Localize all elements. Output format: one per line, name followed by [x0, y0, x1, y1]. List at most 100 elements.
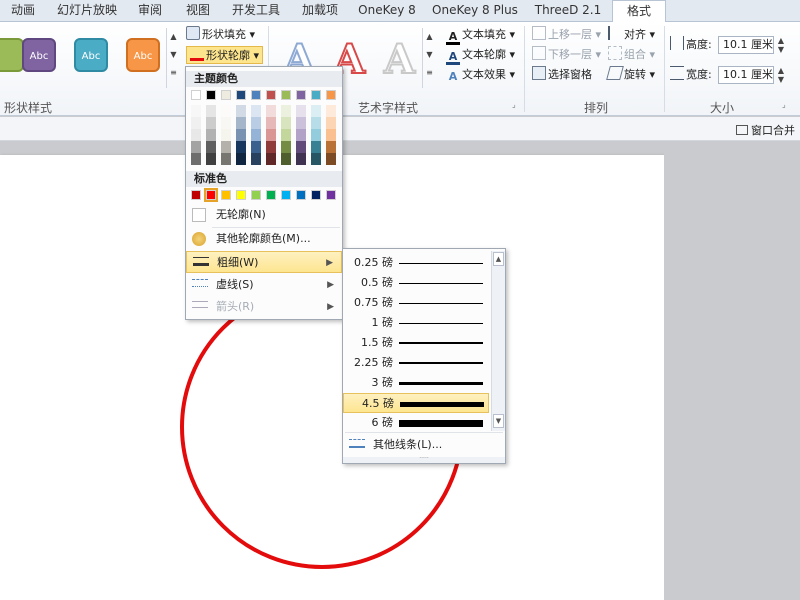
- theme-color-shade-swatch[interactable]: [326, 105, 336, 117]
- height-spinner[interactable]: ▲ ▼: [775, 36, 787, 54]
- theme-color-shade-swatch[interactable]: [311, 141, 321, 153]
- theme-color-shade-swatch[interactable]: [281, 105, 291, 117]
- theme-color-shade-swatch[interactable]: [296, 141, 306, 153]
- theme-color-shade-swatch[interactable]: [221, 105, 231, 117]
- theme-color-shade-swatch[interactable]: [191, 105, 201, 117]
- text-fill-button[interactable]: A 文本填充 ▾: [446, 26, 515, 45]
- theme-color-shade-swatch[interactable]: [296, 129, 306, 141]
- arrows-item[interactable]: 箭头(R) ▶: [186, 296, 342, 318]
- group-button[interactable]: 组合 ▾: [608, 46, 655, 64]
- standard-color-swatch[interactable]: [266, 190, 276, 200]
- tab-addins[interactable]: 加载项: [292, 0, 348, 22]
- theme-color-shade-swatch[interactable]: [221, 153, 231, 165]
- send-backward-button[interactable]: 下移一层 ▾: [532, 46, 601, 64]
- theme-color-shade-swatch[interactable]: [266, 141, 276, 153]
- theme-color-shade-swatch[interactable]: [266, 153, 276, 165]
- standard-color-swatch[interactable]: [251, 190, 261, 200]
- shape-style-aqua[interactable]: Abc: [74, 38, 108, 72]
- height-input[interactable]: 10.1 厘米: [718, 36, 774, 54]
- tab-animations[interactable]: 动画: [0, 0, 46, 22]
- wordart-sample-gray[interactable]: A: [383, 35, 416, 84]
- tab-onekey8[interactable]: OneKey 8: [352, 0, 422, 22]
- scroll-up-icon[interactable]: ▲: [493, 252, 504, 266]
- theme-color-shade-swatch[interactable]: [206, 105, 216, 117]
- width-spinner[interactable]: ▲ ▼: [775, 66, 787, 84]
- theme-color-shade-swatch[interactable]: [236, 153, 246, 165]
- theme-color-shade-swatch[interactable]: [191, 153, 201, 165]
- standard-color-swatch[interactable]: [191, 190, 201, 200]
- theme-color-shade-swatch[interactable]: [206, 129, 216, 141]
- scroll-down-icon[interactable]: ▼: [493, 414, 504, 428]
- theme-color-shade-swatch[interactable]: [251, 117, 261, 129]
- weight-scrollbar[interactable]: ▲ ▼: [491, 251, 505, 431]
- shape-style-green[interactable]: [0, 38, 24, 72]
- theme-color-shade-swatch[interactable]: [236, 141, 246, 153]
- tab-view[interactable]: 视图: [176, 0, 220, 22]
- wordart-dialog-launcher-icon[interactable]: ⌟: [512, 100, 516, 109]
- theme-color-shade-swatch[interactable]: [311, 117, 321, 129]
- more-lines-item[interactable]: 其他线条(L)...: [343, 434, 505, 456]
- theme-color-swatch[interactable]: [326, 90, 336, 100]
- weight-option[interactable]: 0.25 磅: [343, 253, 489, 273]
- tab-threed[interactable]: ThreeD 2.1: [528, 0, 608, 22]
- styles-scroll[interactable]: ▲ ▼ ≡: [166, 28, 180, 88]
- theme-color-shade-swatch[interactable]: [266, 129, 276, 141]
- tab-developer[interactable]: 开发工具: [224, 0, 288, 22]
- theme-color-shade-swatch[interactable]: [206, 141, 216, 153]
- theme-color-shade-swatch[interactable]: [281, 129, 291, 141]
- resize-grip-icon[interactable]: ·····: [343, 456, 505, 463]
- more-outline-colors-item[interactable]: 其他轮廓颜色(M)...: [186, 228, 342, 250]
- theme-color-shade-swatch[interactable]: [221, 117, 231, 129]
- theme-color-shade-swatch[interactable]: [251, 153, 261, 165]
- theme-color-shade-swatch[interactable]: [311, 105, 321, 117]
- tab-onekey8plus[interactable]: OneKey 8 Plus: [426, 0, 524, 22]
- theme-color-swatch[interactable]: [281, 90, 291, 100]
- theme-color-shade-swatch[interactable]: [191, 141, 201, 153]
- text-outline-button[interactable]: A 文本轮廓 ▾: [446, 46, 515, 65]
- theme-color-shade-swatch[interactable]: [326, 153, 336, 165]
- weight-option[interactable]: 1 磅: [343, 313, 489, 333]
- dashes-item[interactable]: 虚线(S) ▶: [186, 274, 342, 296]
- theme-color-swatch[interactable]: [191, 90, 201, 100]
- theme-color-swatch[interactable]: [206, 90, 216, 100]
- align-button[interactable]: 对齐 ▾: [608, 26, 655, 44]
- theme-color-swatch[interactable]: [311, 90, 321, 100]
- standard-color-swatch[interactable]: [281, 190, 291, 200]
- theme-color-shade-swatch[interactable]: [191, 117, 201, 129]
- theme-color-shade-swatch[interactable]: [326, 141, 336, 153]
- theme-color-shade-swatch[interactable]: [296, 117, 306, 129]
- theme-color-swatch[interactable]: [266, 90, 276, 100]
- weight-option[interactable]: 3 磅: [343, 373, 489, 393]
- theme-color-shade-swatch[interactable]: [206, 153, 216, 165]
- theme-color-shade-swatch[interactable]: [236, 105, 246, 117]
- weight-option[interactable]: 4.5 磅: [343, 393, 489, 413]
- tab-review[interactable]: 审阅: [128, 0, 172, 22]
- standard-color-swatch[interactable]: [326, 190, 336, 200]
- theme-color-shade-swatch[interactable]: [221, 141, 231, 153]
- standard-color-swatch[interactable]: [311, 190, 321, 200]
- theme-color-shade-swatch[interactable]: [326, 117, 336, 129]
- weight-option[interactable]: 0.5 磅: [343, 273, 489, 293]
- window-merge-button[interactable]: 窗口合并: [736, 122, 795, 138]
- shape-style-purple[interactable]: Abc: [22, 38, 56, 72]
- theme-color-swatch[interactable]: [296, 90, 306, 100]
- theme-color-shade-swatch[interactable]: [251, 141, 261, 153]
- theme-color-shade-swatch[interactable]: [236, 117, 246, 129]
- text-effects-button[interactable]: A 文本效果 ▾: [446, 66, 515, 84]
- theme-color-shade-swatch[interactable]: [251, 129, 261, 141]
- shape-style-orange[interactable]: Abc: [126, 38, 160, 72]
- theme-color-shade-swatch[interactable]: [251, 105, 261, 117]
- tab-slideshow[interactable]: 幻灯片放映: [50, 0, 124, 22]
- standard-color-swatch[interactable]: [204, 188, 218, 202]
- standard-color-swatch[interactable]: [221, 190, 231, 200]
- theme-color-shade-swatch[interactable]: [311, 153, 321, 165]
- theme-color-shade-swatch[interactable]: [296, 153, 306, 165]
- selection-pane-button[interactable]: 选择窗格: [532, 66, 592, 84]
- theme-color-shade-swatch[interactable]: [236, 129, 246, 141]
- theme-color-shade-swatch[interactable]: [281, 153, 291, 165]
- theme-color-shade-swatch[interactable]: [326, 129, 336, 141]
- theme-color-shade-swatch[interactable]: [296, 105, 306, 117]
- standard-color-swatch[interactable]: [296, 190, 306, 200]
- theme-color-swatch[interactable]: [221, 90, 231, 100]
- rotate-button[interactable]: 旋转 ▾: [606, 66, 655, 84]
